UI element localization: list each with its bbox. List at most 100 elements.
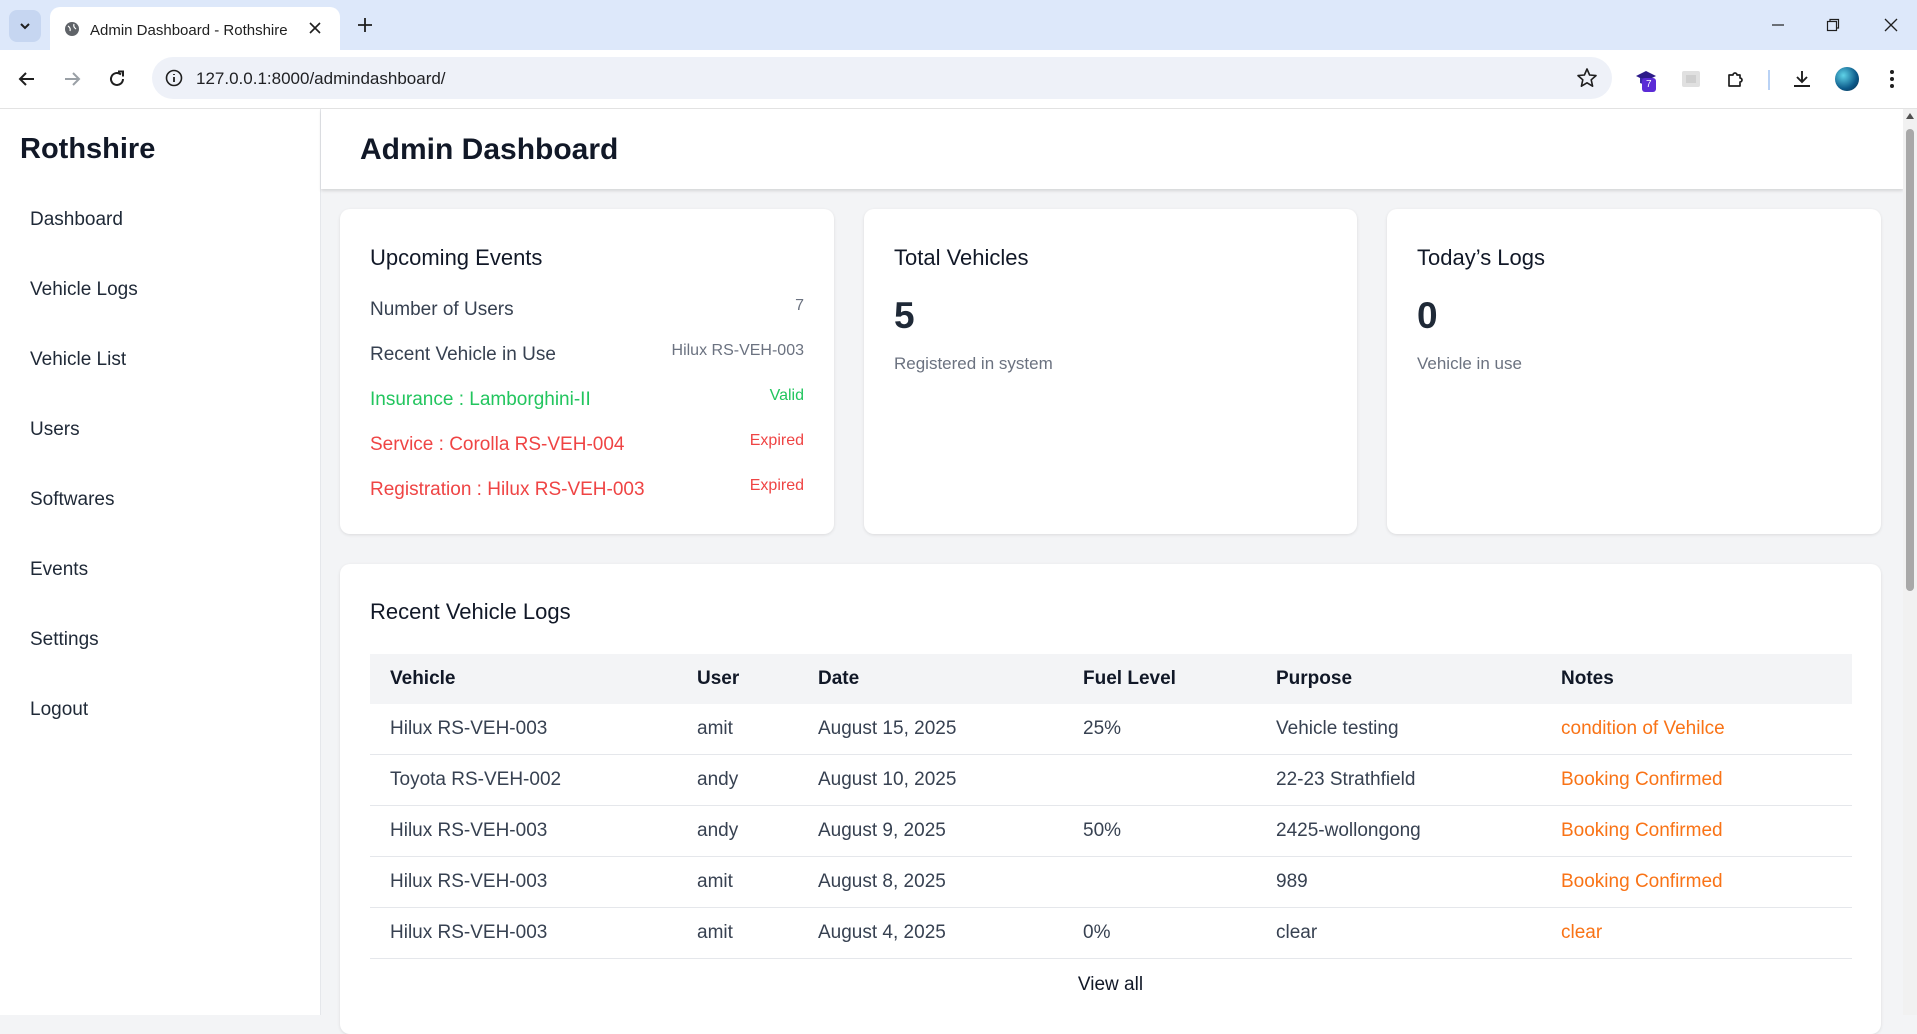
card-title: Upcoming Events bbox=[370, 245, 543, 270]
status-badge-expired: Expired bbox=[749, 477, 804, 494]
downloads-button[interactable] bbox=[1789, 66, 1815, 92]
upcoming-events-card: Upcoming Events Number of Users 7 Recent… bbox=[340, 209, 834, 534]
page-header: Admin Dashboard bbox=[321, 109, 1903, 189]
event-label: Number of Users bbox=[370, 299, 514, 320]
puzzle-icon bbox=[1728, 72, 1743, 87]
table-row[interactable]: Toyota RS-VEH-002 andy August 10, 2025 2… bbox=[370, 754, 1852, 806]
url-text: 127.0.0.1:8000/admindashboard/ bbox=[196, 69, 446, 88]
cell-purpose: Vehicle testing bbox=[1256, 704, 1541, 755]
event-label: Recent Vehicle in Use bbox=[370, 344, 556, 365]
cell-fuel-level bbox=[1063, 754, 1256, 806]
scroll-up-arrow[interactable] bbox=[1906, 113, 1914, 119]
cell-date: August 8, 2025 bbox=[798, 856, 1063, 908]
more-vertical-icon bbox=[1890, 70, 1894, 88]
sidebar-item-events[interactable]: Events bbox=[10, 535, 310, 605]
recent-vehicle-logs-card: Recent Vehicle Logs Vehicle User Date Fu… bbox=[340, 564, 1881, 1034]
close-window-button[interactable] bbox=[1871, 10, 1911, 40]
stat-value: 0 bbox=[1417, 295, 1438, 336]
event-row: Recent Vehicle in Use Hilux RS-VEH-003 bbox=[370, 340, 804, 370]
cell-date: August 9, 2025 bbox=[798, 805, 1063, 857]
sidebar-nav: Dashboard Vehicle Logs Vehicle List User… bbox=[10, 185, 310, 745]
cell-user: amit bbox=[677, 907, 798, 959]
event-row: Insurance : Lamborghini-II Valid bbox=[370, 385, 804, 415]
cell-user: amit bbox=[677, 856, 798, 908]
profile-avatar[interactable] bbox=[1835, 67, 1859, 91]
browser-toolbar: 127.0.0.1:8000/admindashboard/ bbox=[0, 50, 1917, 109]
column-header-purpose[interactable]: Purpose bbox=[1256, 654, 1541, 704]
card-title: Today’s Logs bbox=[1417, 245, 1546, 270]
cell-notes: Booking Confirmed bbox=[1541, 856, 1852, 908]
total-vehicles-card: Total Vehicles 5 Registered in system bbox=[864, 209, 1357, 534]
event-row: Registration : Hilux RS-VEH-003 Expired bbox=[370, 475, 804, 505]
tab-search-button[interactable] bbox=[9, 10, 41, 42]
scrollbar-thumb[interactable] bbox=[1906, 129, 1914, 591]
restore-icon bbox=[1826, 18, 1840, 32]
toolbar-divider bbox=[1768, 70, 1770, 90]
brand-logo-text: Rothshire bbox=[20, 133, 156, 165]
cell-date: August 15, 2025 bbox=[798, 704, 1063, 755]
extensions-button[interactable] bbox=[1723, 66, 1749, 92]
tab-close-button[interactable] bbox=[304, 17, 326, 39]
sidebar-item-settings[interactable]: Settings bbox=[10, 605, 310, 675]
todays-logs-card: Today’s Logs 0 Vehicle in use bbox=[1387, 209, 1881, 534]
table-row[interactable]: Hilux RS-VEH-003 amit August 4, 2025 0% … bbox=[370, 907, 1852, 959]
table-row[interactable]: Hilux RS-VEH-003 amit August 15, 2025 25… bbox=[370, 704, 1852, 755]
event-value: Hilux RS-VEH-003 bbox=[671, 342, 804, 359]
browser-menu-button[interactable] bbox=[1879, 66, 1905, 92]
minimize-button[interactable] bbox=[1758, 10, 1798, 40]
status-badge-expired: Expired bbox=[749, 432, 804, 449]
arrow-right-icon bbox=[65, 72, 81, 86]
table-row[interactable]: Hilux RS-VEH-003 andy August 9, 2025 50%… bbox=[370, 805, 1852, 857]
view-all-link[interactable]: View all bbox=[340, 974, 1881, 996]
forward-button[interactable] bbox=[57, 64, 87, 94]
card-title: Total Vehicles bbox=[894, 245, 1029, 270]
sidebar-item-dashboard[interactable]: Dashboard bbox=[10, 185, 310, 255]
tab-title: Admin Dashboard - Rothshire bbox=[90, 22, 288, 39]
sidebar-item-vehicle-logs[interactable]: Vehicle Logs bbox=[10, 255, 310, 325]
bookmark-star-icon[interactable] bbox=[1576, 67, 1598, 89]
column-header-user[interactable]: User bbox=[677, 654, 798, 704]
event-label: Registration : Hilux RS-VEH-003 bbox=[370, 479, 645, 500]
column-header-vehicle[interactable]: Vehicle bbox=[370, 654, 677, 704]
minimize-icon bbox=[1772, 24, 1784, 26]
back-button[interactable] bbox=[12, 64, 42, 94]
cell-vehicle: Hilux RS-VEH-003 bbox=[370, 907, 677, 959]
extension-placeholder-icon[interactable] bbox=[1678, 66, 1704, 92]
cell-notes: clear bbox=[1541, 907, 1852, 959]
site-info-icon[interactable] bbox=[164, 68, 184, 88]
page-scrollbar[interactable] bbox=[1903, 109, 1917, 1015]
reload-button[interactable] bbox=[102, 64, 132, 94]
sidebar-item-vehicle-list[interactable]: Vehicle List bbox=[10, 325, 310, 395]
cell-purpose: clear bbox=[1256, 907, 1541, 959]
column-header-notes[interactable]: Notes bbox=[1541, 654, 1852, 704]
cell-fuel-level: 0% bbox=[1063, 907, 1256, 959]
cell-notes: Booking Confirmed bbox=[1541, 805, 1852, 857]
stat-subtitle: Vehicle in use bbox=[1417, 354, 1522, 373]
sidebar-item-users[interactable]: Users bbox=[10, 395, 310, 465]
table-row[interactable]: Hilux RS-VEH-003 amit August 8, 2025 989… bbox=[370, 856, 1852, 908]
sidebar-item-logout[interactable]: Logout bbox=[10, 675, 310, 745]
restore-button[interactable] bbox=[1813, 10, 1853, 40]
chevron-down-icon bbox=[20, 23, 30, 30]
event-row: Number of Users 7 bbox=[370, 295, 804, 325]
event-value: 7 bbox=[795, 297, 804, 314]
cell-vehicle: Toyota RS-VEH-002 bbox=[370, 754, 677, 806]
card-title: Recent Vehicle Logs bbox=[370, 599, 571, 624]
cell-date: August 4, 2025 bbox=[798, 907, 1063, 959]
page-title: Admin Dashboard bbox=[360, 133, 619, 166]
address-bar[interactable]: 127.0.0.1:8000/admindashboard/ bbox=[152, 57, 1612, 99]
sidebar-item-softwares[interactable]: Softwares bbox=[10, 465, 310, 535]
new-tab-button[interactable] bbox=[352, 12, 378, 38]
browser-tab[interactable]: Admin Dashboard - Rothshire bbox=[50, 7, 340, 50]
column-header-fuel-level[interactable]: Fuel Level bbox=[1063, 654, 1256, 704]
browser-tab-bar: Admin Dashboard - Rothshire bbox=[0, 0, 1917, 50]
cell-purpose: 2425-wollongong bbox=[1256, 805, 1541, 857]
column-header-date[interactable]: Date bbox=[798, 654, 1063, 704]
event-label: Insurance : Lamborghini-II bbox=[370, 389, 591, 410]
cell-user: andy bbox=[677, 805, 798, 857]
cell-fuel-level bbox=[1063, 856, 1256, 908]
cell-purpose: 22-23 Strathfield bbox=[1256, 754, 1541, 806]
cell-vehicle: Hilux RS-VEH-003 bbox=[370, 704, 677, 755]
stat-value: 5 bbox=[894, 295, 915, 336]
event-row: Service : Corolla RS-VEH-004 Expired bbox=[370, 430, 804, 460]
